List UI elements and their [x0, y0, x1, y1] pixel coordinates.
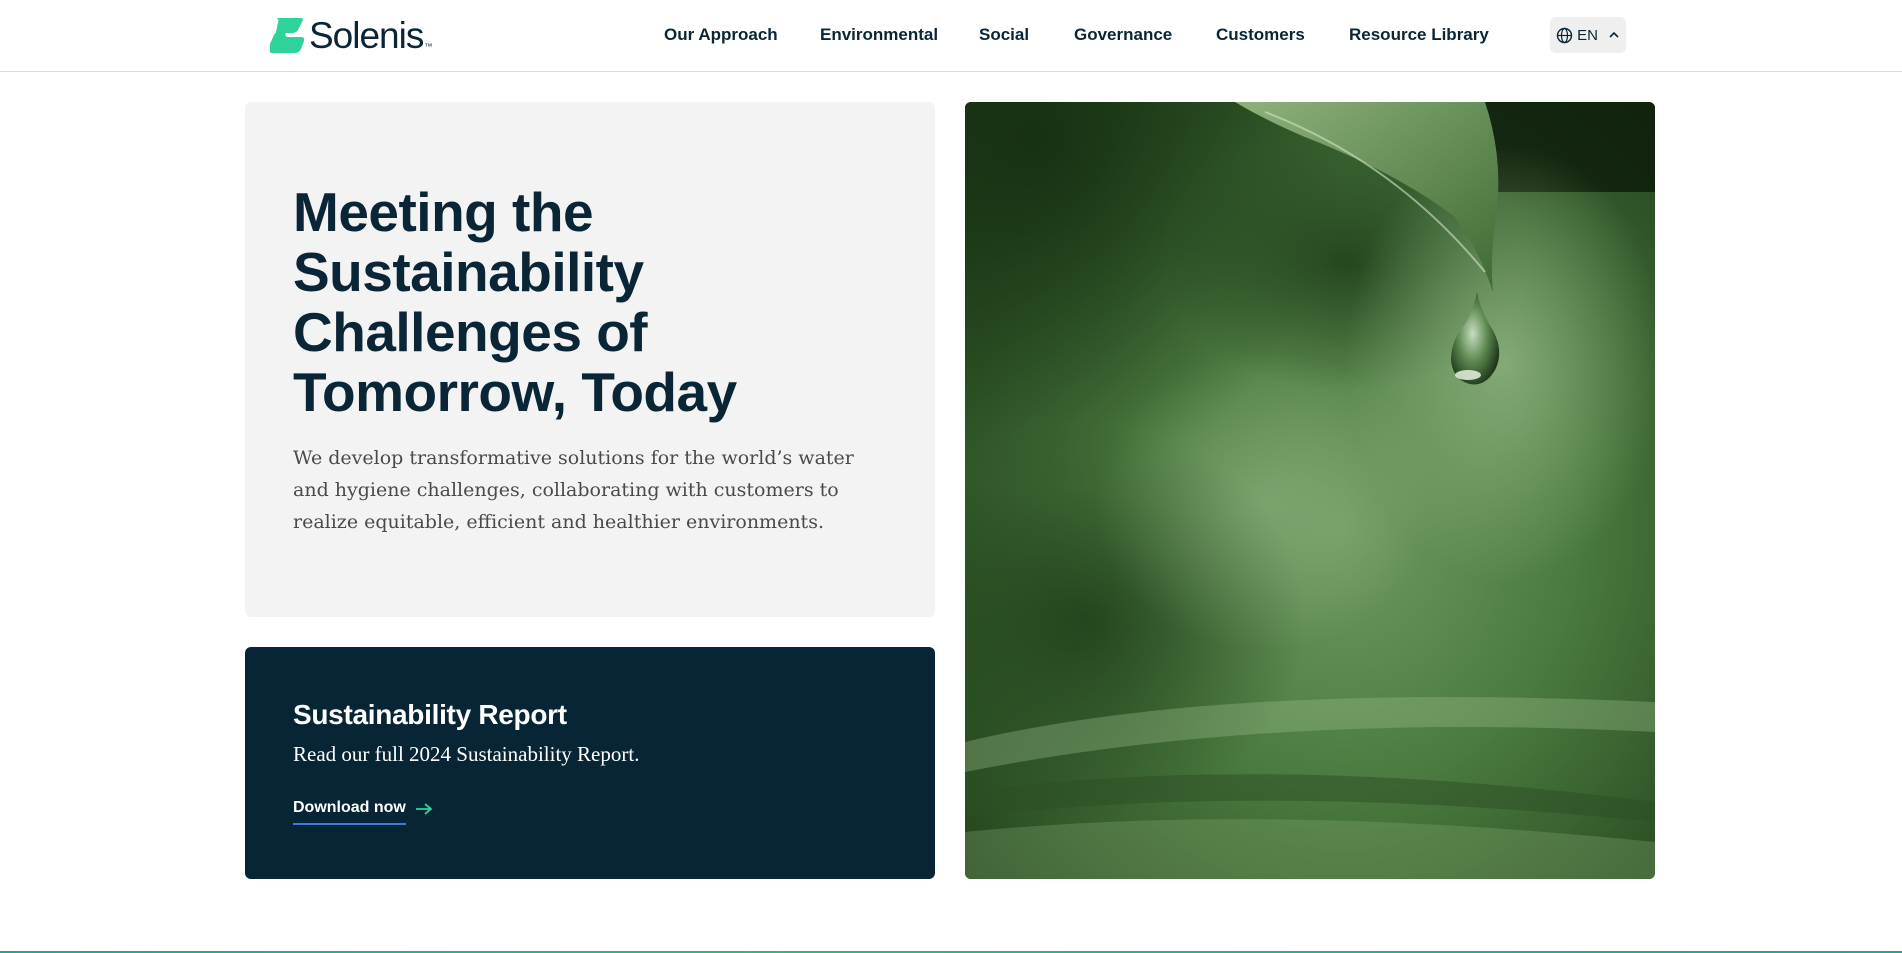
hero-title-line: Meeting the	[293, 181, 594, 243]
download-now-label: Download now	[293, 799, 406, 825]
download-now-link[interactable]: Download now	[293, 799, 434, 825]
sustainability-report-card: Sustainability Report Read our full 2024…	[245, 647, 935, 879]
language-selector[interactable]: EN	[1550, 17, 1626, 53]
language-label: EN	[1577, 26, 1598, 44]
nav-environmental[interactable]: Environmental	[820, 25, 938, 45]
leaf-water-droplet-image	[965, 102, 1655, 879]
nav-resource-library[interactable]: Resource Library	[1349, 25, 1489, 45]
nav-governance[interactable]: Governance	[1074, 25, 1172, 45]
globe-icon	[1556, 27, 1573, 43]
nav-social[interactable]: Social	[979, 25, 1029, 45]
hero-title: Meeting the Sustainability Challenges of…	[293, 182, 893, 422]
report-title: Sustainability Report	[293, 699, 567, 730]
nav-customers[interactable]: Customers	[1216, 25, 1305, 45]
report-subtitle: Read our full 2024 Sustainability Report…	[293, 742, 640, 766]
hero-title-line: Challenges of	[293, 301, 648, 363]
hero-title-line: Tomorrow, Today	[293, 361, 737, 423]
arrow-right-icon	[415, 803, 433, 815]
hero-title-line: Sustainability	[293, 241, 644, 303]
nav-our-approach[interactable]: Our Approach	[664, 25, 778, 45]
hero-description: We develop transformative solutions for …	[293, 447, 854, 533]
chevron-up-icon	[1609, 31, 1619, 38]
site-header: Solenis ™ Our Approach Environmental Soc…	[0, 0, 1902, 72]
hero-panel: Meeting the Sustainability Challenges of…	[245, 102, 935, 617]
